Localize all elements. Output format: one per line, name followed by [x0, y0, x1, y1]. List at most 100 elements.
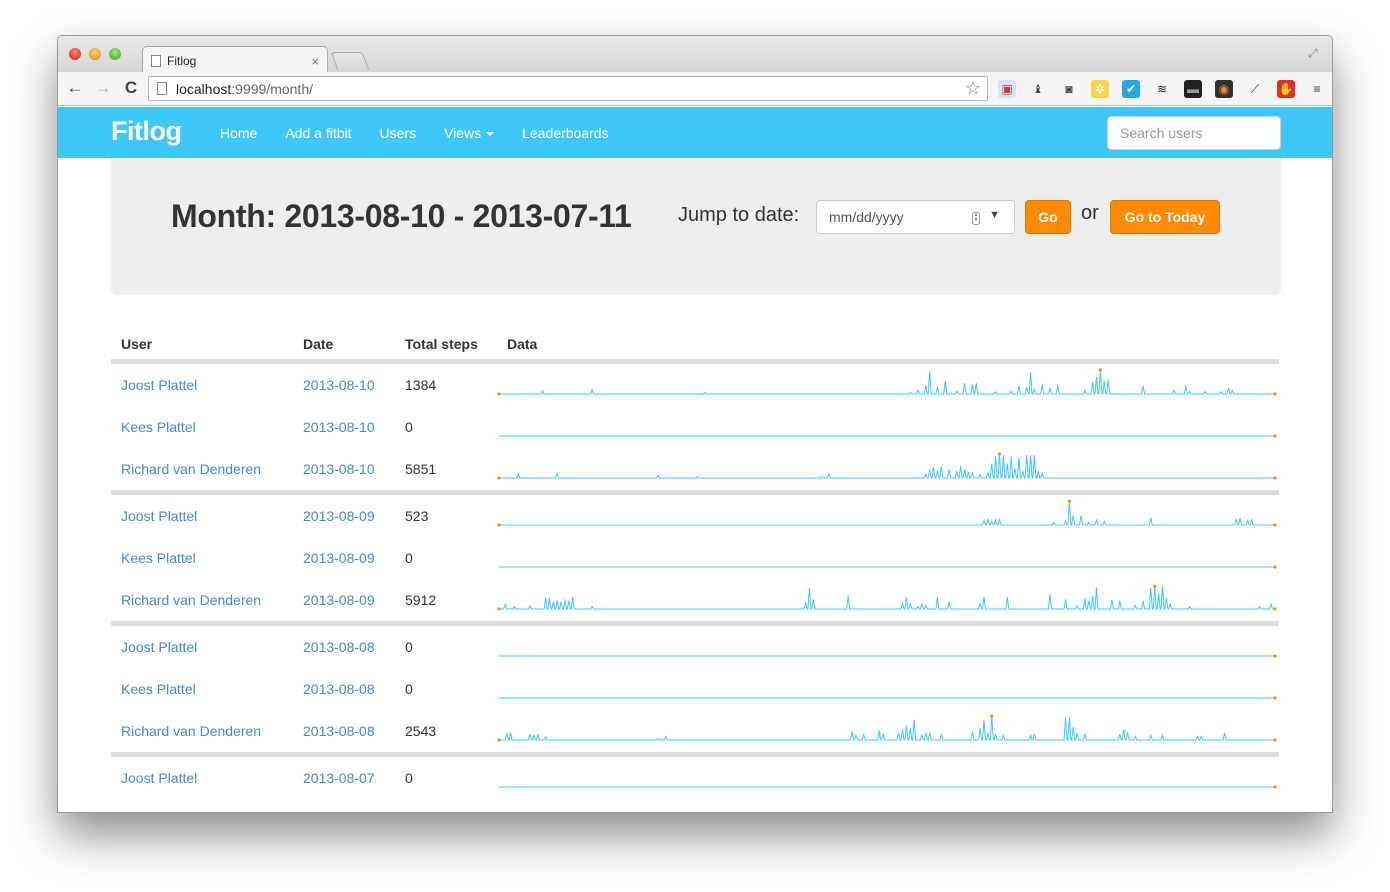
table-row: Richard van Denderen 2013-08-09 5912	[111, 579, 1279, 626]
sparkline-end-marker	[1273, 785, 1277, 789]
user-link[interactable]: Kees Plattel	[121, 419, 196, 435]
sparkline-series	[499, 586, 1275, 610]
user-link[interactable]: Kees Plattel	[121, 550, 196, 566]
sparkline-end-marker	[1273, 392, 1277, 396]
nav-views-label: Views	[444, 124, 482, 141]
total-steps: 0	[405, 550, 413, 566]
evernote-clipper-icon[interactable]: ◙	[1060, 80, 1078, 98]
bookmark-star-icon[interactable]: ☆	[965, 78, 981, 99]
column-header-date: Date	[303, 336, 334, 352]
date-link[interactable]: 2013-08-08	[303, 639, 375, 655]
or-label: or	[1081, 202, 1099, 224]
date-link[interactable]: 2013-08-08	[303, 723, 375, 739]
address-bar[interactable]: localhost :9999/month/ ☆	[148, 76, 988, 101]
sparkline-end-marker	[1273, 696, 1277, 700]
url-host: localhost	[176, 80, 232, 97]
total-steps: 523	[405, 508, 429, 524]
column-header-total-steps: Total steps	[405, 336, 478, 352]
step-sparkline	[497, 368, 1277, 396]
menu-icon[interactable]: ≡	[1308, 80, 1326, 98]
tab-strip: Fitlog × ⤢	[58, 36, 1332, 73]
desktop: Fitlog × ⤢ ← → C localhost :9999/month/ …	[0, 0, 1390, 892]
total-steps: 0	[405, 639, 413, 655]
nav-users[interactable]: Users	[380, 125, 417, 141]
total-steps: 2543	[405, 723, 437, 739]
nav-views-dropdown[interactable]: Views	[444, 124, 495, 141]
date-link[interactable]: 2013-08-10	[303, 419, 375, 435]
step-sparkline	[499, 434, 1277, 438]
user-link[interactable]: Richard van Denderen	[121, 592, 261, 608]
date-link[interactable]: 2013-08-07	[303, 770, 375, 786]
user-link[interactable]: Joost Plattel	[121, 639, 197, 655]
checkmark-icon[interactable]: ✔	[1122, 80, 1140, 98]
lamp-icon[interactable]: ♝	[1029, 80, 1047, 98]
search-users-input[interactable]	[1107, 116, 1281, 150]
browser-toolbar: ← → C localhost :9999/month/ ☆ ▣ ♝ ◙ ✲ ✔ ≋ ▬ ◉ ⟋…	[58, 72, 1332, 106]
user-link[interactable]: Joost Plattel	[121, 508, 197, 524]
puzzle-yellow-icon[interactable]: ✲	[1091, 80, 1109, 98]
color-wheel-icon[interactable]: ◉	[1215, 80, 1233, 98]
browser-tab[interactable]: Fitlog ×	[142, 46, 328, 73]
close-window-button[interactable]	[69, 48, 81, 60]
terminal-icon[interactable]: ▬	[1184, 80, 1202, 98]
date-link[interactable]: 2013-08-08	[303, 681, 375, 697]
date-link[interactable]: 2013-08-09	[303, 508, 375, 524]
fullscreen-icon[interactable]: ⤢	[1308, 46, 1322, 60]
date-link[interactable]: 2013-08-09	[303, 550, 375, 566]
nav-links: Home Add a fitbit Users Views Leaderboar…	[220, 107, 637, 158]
user-link[interactable]: Richard van Denderen	[121, 461, 261, 477]
new-tab-button[interactable]	[330, 52, 370, 70]
layers-icon[interactable]: ≋	[1153, 80, 1171, 98]
user-link[interactable]: Kees Plattel	[121, 681, 196, 697]
nav-home[interactable]: Home	[220, 125, 257, 141]
step-sparkline	[499, 565, 1277, 569]
zoom-window-button[interactable]	[109, 48, 121, 60]
sparkline-end-marker	[1273, 607, 1277, 611]
forward-button[interactable]: →	[93, 78, 113, 98]
total-steps: 5912	[405, 592, 437, 608]
date-link[interactable]: 2013-08-09	[303, 592, 375, 608]
sparkline-end-marker	[1273, 476, 1277, 480]
user-link[interactable]: Joost Plattel	[121, 377, 197, 393]
user-link[interactable]: Joost Plattel	[121, 770, 197, 786]
date-link[interactable]: 2013-08-10	[303, 377, 375, 393]
eyedropper-icon[interactable]: ⟋	[1246, 80, 1264, 98]
go-button[interactable]: Go	[1025, 200, 1071, 234]
sparkline-start-marker	[497, 392, 501, 396]
step-sparkline	[499, 785, 1277, 789]
back-button[interactable]: ←	[65, 78, 85, 98]
page-title: Month: 2013-08-10 - 2013-07-11	[171, 198, 632, 234]
table-row: Joost Plattel 2013-08-10 1384	[111, 364, 1279, 406]
adblock-icon[interactable]: ✋	[1277, 80, 1295, 98]
dropdown-arrow-icon[interactable]: ▼	[989, 209, 1000, 221]
total-steps: 1384	[405, 377, 437, 393]
page-icon	[151, 55, 161, 67]
date-link[interactable]: 2013-08-10	[303, 461, 375, 477]
brand-logo[interactable]: Fitlog	[111, 116, 182, 147]
step-sparkline	[497, 499, 1277, 527]
sparkline-end-marker	[1273, 434, 1277, 438]
minimize-window-button[interactable]	[89, 48, 101, 60]
url-path: :9999/month/	[231, 80, 313, 97]
table-row: Joost Plattel 2013-08-09 523	[111, 495, 1279, 537]
table-row: Richard van Denderen 2013-08-10 5851	[111, 448, 1279, 495]
sparkline-peak-marker	[1098, 368, 1102, 372]
sparkline-series	[499, 453, 1275, 479]
tab-close-icon[interactable]: ×	[311, 54, 319, 69]
nav-add-fitbit[interactable]: Add a fitbit	[285, 125, 351, 141]
total-steps: 5851	[405, 461, 437, 477]
date-input[interactable]: mm/dd/yyyy ▴ ▾ ▼	[816, 200, 1015, 234]
sparkline-series	[499, 369, 1275, 395]
sparkline-start-marker	[497, 738, 501, 742]
bookmark-folder-icon[interactable]: ▣	[998, 80, 1016, 98]
step-sparkline	[497, 452, 1277, 480]
jump-to-date-label: Jump to date:	[678, 204, 800, 226]
go-to-today-button[interactable]: Go to Today	[1110, 200, 1220, 234]
browser-window: Fitlog × ⤢ ← → C localhost :9999/month/ …	[57, 35, 1333, 813]
user-link[interactable]: Richard van Denderen	[121, 723, 261, 739]
table-row: Joost Plattel 2013-08-07 0	[111, 757, 1279, 799]
reload-button[interactable]: C	[121, 78, 141, 98]
nav-leaderboards[interactable]: Leaderboards	[522, 125, 608, 141]
date-spinner-icon[interactable]: ▴ ▾	[972, 212, 980, 225]
navbar: Fitlog Home Add a fitbit Users Views Lea…	[58, 107, 1332, 158]
